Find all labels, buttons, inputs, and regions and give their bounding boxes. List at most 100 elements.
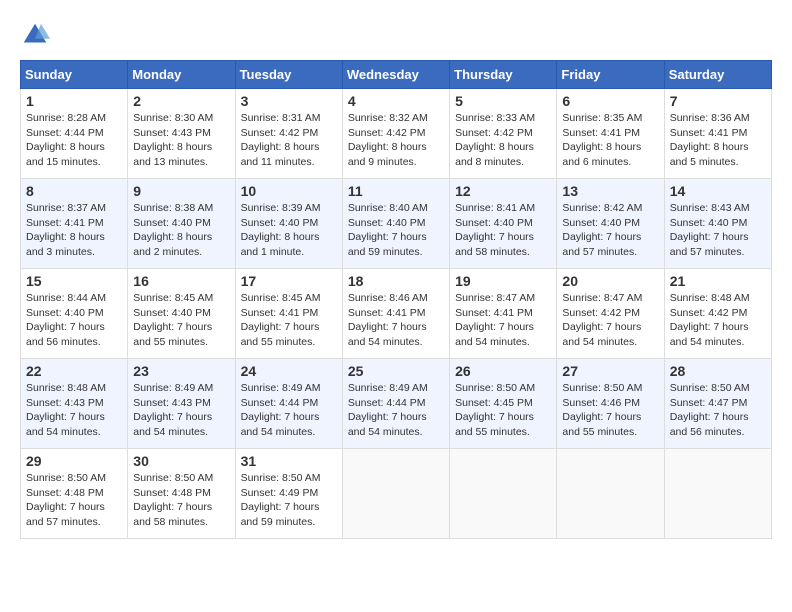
day-number: 2 <box>133 93 229 109</box>
day-cell-22: 22Sunrise: 8:48 AMSunset: 4:43 PMDayligh… <box>21 359 128 449</box>
day-cell-23: 23 Sunrise: 8:49 AMSunset: 4:43 PMDayligh… <box>128 359 235 449</box>
day-info: Sunrise: 8:49 AMSunset: 4:44 PMDaylight:… <box>241 381 337 440</box>
day-number: 6 <box>562 93 658 109</box>
day-cell-10: 10 Sunrise: 8:39 AMSunset: 4:40 PMDayligh… <box>235 179 342 269</box>
page-header <box>20 20 772 50</box>
calendar-week-3: 15 Sunrise: 8:44 AMSunset: 4:40 PMDayligh… <box>21 269 772 359</box>
day-cell-6: 6 Sunrise: 8:35 AMSunset: 4:41 PMDaylight… <box>557 89 664 179</box>
day-info: Sunrise: 8:50 AMSunset: 4:45 PMDaylight:… <box>455 381 551 440</box>
weekday-header-friday: Friday <box>557 61 664 89</box>
day-number: 14 <box>670 183 766 199</box>
day-number: 24 <box>241 363 337 379</box>
day-number: 13 <box>562 183 658 199</box>
day-cell-28: 28 Sunrise: 8:50 AMSunset: 4:47 PMDayligh… <box>664 359 771 449</box>
day-number: 10 <box>241 183 337 199</box>
empty-cell <box>450 449 557 539</box>
day-cell-11: 11 Sunrise: 8:40 AMSunset: 4:40 PMDayligh… <box>342 179 449 269</box>
day-number: 17 <box>241 273 337 289</box>
day-cell-9: 9 Sunrise: 8:38 AMSunset: 4:40 PMDaylight… <box>128 179 235 269</box>
day-cell-1: 1 Sunrise: 8:28 AMSunset: 4:44 PMDaylight… <box>21 89 128 179</box>
logo-icon <box>20 20 50 50</box>
day-cell-29: 29 Sunrise: 8:50 AMSunset: 4:48 PMDayligh… <box>21 449 128 539</box>
day-info: Sunrise: 8:49 AMSunset: 4:43 PMDaylight:… <box>133 381 229 440</box>
day-info: Sunrise: 8:47 AMSunset: 4:42 PMDaylight:… <box>562 291 658 350</box>
day-cell-30: 30 Sunrise: 8:50 AMSunset: 4:48 PMDayligh… <box>128 449 235 539</box>
day-number: 18 <box>348 273 444 289</box>
empty-cell <box>557 449 664 539</box>
day-number: 30 <box>133 453 229 469</box>
day-info: Sunrise: 8:42 AMSunset: 4:40 PMDaylight:… <box>562 201 658 260</box>
day-cell-4: 4 Sunrise: 8:32 AMSunset: 4:42 PMDaylight… <box>342 89 449 179</box>
day-info: Sunrise: 8:49 AMSunset: 4:44 PMDaylight:… <box>348 381 444 440</box>
day-info: Sunrise: 8:36 AMSunset: 4:41 PMDaylight:… <box>670 111 766 170</box>
day-number: 15 <box>26 273 122 289</box>
day-info: Sunrise: 8:50 AMSunset: 4:48 PMDaylight:… <box>26 471 122 530</box>
day-cell-12: 12 Sunrise: 8:41 AMSunset: 4:40 PMDayligh… <box>450 179 557 269</box>
day-number: 20 <box>562 273 658 289</box>
day-number: 4 <box>348 93 444 109</box>
day-cell-18: 18 Sunrise: 8:46 AMSunset: 4:41 PMDayligh… <box>342 269 449 359</box>
day-number: 1 <box>26 93 122 109</box>
day-cell-13: 13 Sunrise: 8:42 AMSunset: 4:40 PMDayligh… <box>557 179 664 269</box>
day-number: 8 <box>26 183 122 199</box>
day-cell-24: 24 Sunrise: 8:49 AMSunset: 4:44 PMDayligh… <box>235 359 342 449</box>
day-number: 25 <box>348 363 444 379</box>
day-cell-7: 7 Sunrise: 8:36 AMSunset: 4:41 PMDaylight… <box>664 89 771 179</box>
day-number: 23 <box>133 363 229 379</box>
day-cell-16: 16 Sunrise: 8:45 AMSunset: 4:40 PMDayligh… <box>128 269 235 359</box>
day-info: Sunrise: 8:28 AMSunset: 4:44 PMDaylight:… <box>26 111 122 170</box>
day-info: Sunrise: 8:43 AMSunset: 4:40 PMDaylight:… <box>670 201 766 260</box>
day-info: Sunrise: 8:38 AMSunset: 4:40 PMDaylight:… <box>133 201 229 260</box>
day-cell-5: 5 Sunrise: 8:33 AMSunset: 4:42 PMDaylight… <box>450 89 557 179</box>
day-info: Sunrise: 8:46 AMSunset: 4:41 PMDaylight:… <box>348 291 444 350</box>
day-info: Sunrise: 8:39 AMSunset: 4:40 PMDaylight:… <box>241 201 337 260</box>
day-number: 12 <box>455 183 551 199</box>
day-info: Sunrise: 8:50 AMSunset: 4:47 PMDaylight:… <box>670 381 766 440</box>
day-number: 7 <box>670 93 766 109</box>
calendar-week-4: 22Sunrise: 8:48 AMSunset: 4:43 PMDayligh… <box>21 359 772 449</box>
day-cell-17: 17Sunrise: 8:45 AMSunset: 4:41 PMDayligh… <box>235 269 342 359</box>
calendar-week-1: 1 Sunrise: 8:28 AMSunset: 4:44 PMDaylight… <box>21 89 772 179</box>
calendar-table: SundayMondayTuesdayWednesdayThursdayFrid… <box>20 60 772 539</box>
empty-cell <box>664 449 771 539</box>
day-info: Sunrise: 8:33 AMSunset: 4:42 PMDaylight:… <box>455 111 551 170</box>
day-number: 9 <box>133 183 229 199</box>
weekday-header-saturday: Saturday <box>664 61 771 89</box>
day-info: Sunrise: 8:45 AMSunset: 4:40 PMDaylight:… <box>133 291 229 350</box>
day-cell-25: 25 Sunrise: 8:49 AMSunset: 4:44 PMDayligh… <box>342 359 449 449</box>
day-number: 31 <box>241 453 337 469</box>
day-cell-19: 19Sunrise: 8:47 AMSunset: 4:41 PMDayligh… <box>450 269 557 359</box>
day-cell-14: 14 Sunrise: 8:43 AMSunset: 4:40 PMDayligh… <box>664 179 771 269</box>
day-cell-3: 3 Sunrise: 8:31 AMSunset: 4:42 PMDaylight… <box>235 89 342 179</box>
weekday-header-row: SundayMondayTuesdayWednesdayThursdayFrid… <box>21 61 772 89</box>
day-info: Sunrise: 8:35 AMSunset: 4:41 PMDaylight:… <box>562 111 658 170</box>
day-info: Sunrise: 8:31 AMSunset: 4:42 PMDaylight:… <box>241 111 337 170</box>
day-info: Sunrise: 8:48 AMSunset: 4:42 PMDaylight:… <box>670 291 766 350</box>
day-cell-8: 8 Sunrise: 8:37 AMSunset: 4:41 PMDaylight… <box>21 179 128 269</box>
day-number: 3 <box>241 93 337 109</box>
weekday-header-monday: Monday <box>128 61 235 89</box>
day-info: Sunrise: 8:44 AMSunset: 4:40 PMDaylight:… <box>26 291 122 350</box>
day-number: 5 <box>455 93 551 109</box>
day-number: 21 <box>670 273 766 289</box>
day-number: 27 <box>562 363 658 379</box>
day-number: 29 <box>26 453 122 469</box>
day-info: Sunrise: 8:40 AMSunset: 4:40 PMDaylight:… <box>348 201 444 260</box>
day-cell-26: 26Sunrise: 8:50 AMSunset: 4:45 PMDayligh… <box>450 359 557 449</box>
weekday-header-sunday: Sunday <box>21 61 128 89</box>
day-number: 16 <box>133 273 229 289</box>
day-cell-15: 15 Sunrise: 8:44 AMSunset: 4:40 PMDayligh… <box>21 269 128 359</box>
empty-cell <box>342 449 449 539</box>
day-info: Sunrise: 8:32 AMSunset: 4:42 PMDaylight:… <box>348 111 444 170</box>
calendar-week-2: 8 Sunrise: 8:37 AMSunset: 4:41 PMDaylight… <box>21 179 772 269</box>
day-info: Sunrise: 8:41 AMSunset: 4:40 PMDaylight:… <box>455 201 551 260</box>
day-info: Sunrise: 8:50 AMSunset: 4:48 PMDaylight:… <box>133 471 229 530</box>
day-cell-31: 31 Sunrise: 8:50 AMSunset: 4:49 PMDayligh… <box>235 449 342 539</box>
day-info: Sunrise: 8:47 AMSunset: 4:41 PMDaylight:… <box>455 291 551 350</box>
day-info: Sunrise: 8:37 AMSunset: 4:41 PMDaylight:… <box>26 201 122 260</box>
day-info: Sunrise: 8:50 AMSunset: 4:49 PMDaylight:… <box>241 471 337 530</box>
day-number: 22 <box>26 363 122 379</box>
day-cell-2: 2Sunrise: 8:30 AMSunset: 4:43 PMDaylight… <box>128 89 235 179</box>
day-number: 28 <box>670 363 766 379</box>
day-number: 11 <box>348 183 444 199</box>
